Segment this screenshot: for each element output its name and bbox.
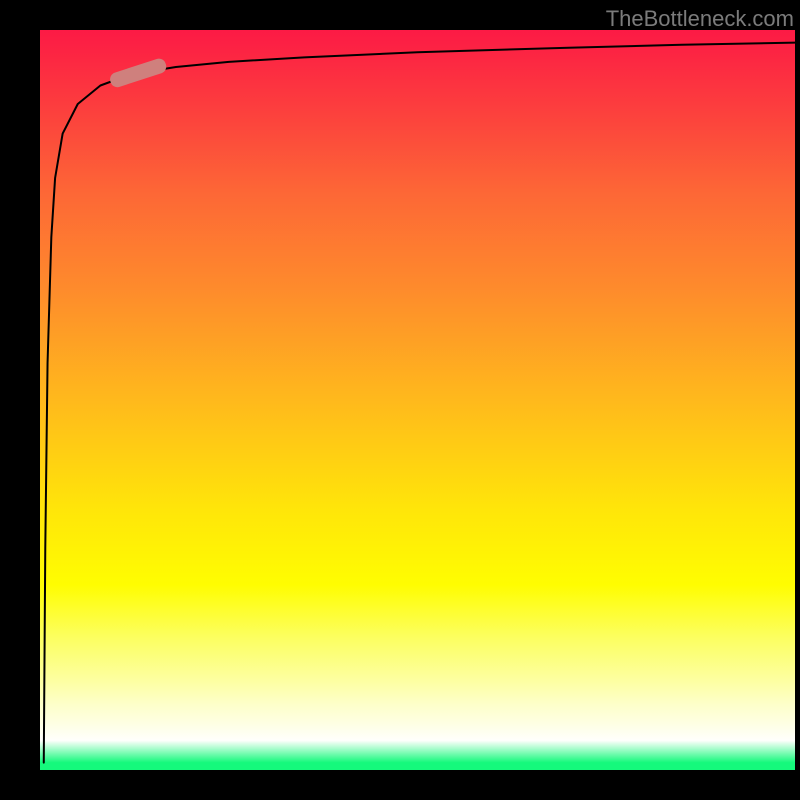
chart-container: TheBottleneck.com (0, 0, 800, 800)
attribution-label: TheBottleneck.com (606, 6, 794, 32)
curve-marker-pill (108, 57, 168, 89)
curve-marker (108, 57, 168, 89)
bottleneck-curve (44, 43, 795, 763)
plot-svg (40, 30, 795, 770)
plot-area (40, 30, 795, 770)
